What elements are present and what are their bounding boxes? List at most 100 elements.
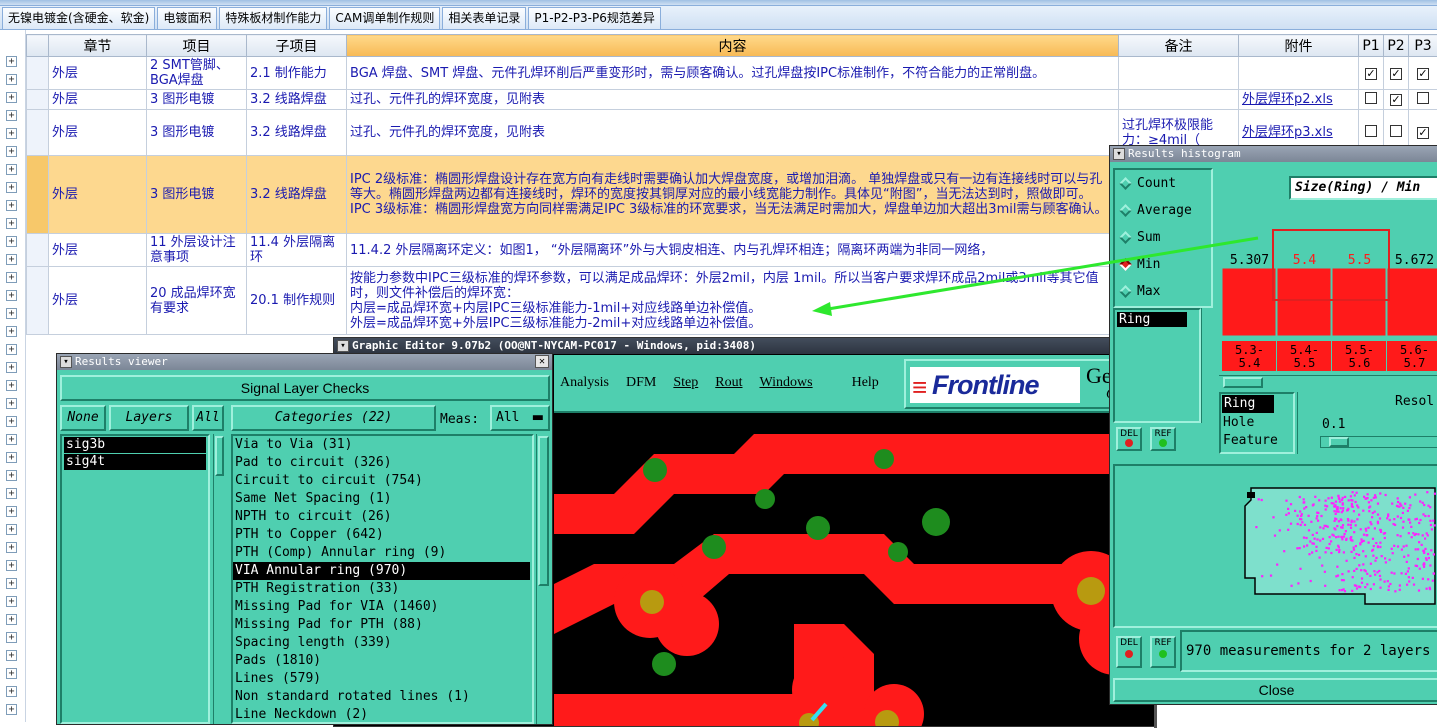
cell-p3[interactable]: ✓ (1409, 57, 1437, 90)
cell-subitem[interactable]: 3.2 线路焊盘 (247, 156, 347, 234)
option-average[interactable]: Average (1115, 197, 1211, 224)
checkbox[interactable]: ✓ (1417, 68, 1429, 80)
col-chapter[interactable]: 章节 (49, 35, 147, 57)
menu-windows[interactable]: Windows (759, 375, 812, 391)
expand-icon[interactable]: + (6, 614, 17, 625)
cell-subitem[interactable]: 20.1 制作规则 (247, 267, 347, 335)
expand-icon[interactable]: + (6, 182, 17, 193)
cell-chapter[interactable]: 外层 (49, 90, 147, 110)
measure-item[interactable]: Ring (1222, 395, 1274, 413)
board-thumbnail[interactable] (1113, 464, 1437, 628)
layer-item[interactable]: sig3b (64, 437, 206, 453)
category-item[interactable]: Non standard rotated lines (1) (233, 688, 532, 706)
expand-icon[interactable]: + (6, 470, 17, 481)
checkbox[interactable]: ✓ (1417, 127, 1429, 139)
layer-list[interactable]: sig3bsig4t (60, 434, 210, 724)
col-p1[interactable]: P1 (1359, 35, 1384, 57)
category-item[interactable]: NPTH to circuit (26) (233, 508, 532, 526)
option-max[interactable]: Max (1115, 278, 1211, 305)
radio-diamond-icon[interactable] (1119, 204, 1132, 217)
tab-area[interactable]: 电镀面积 (157, 7, 217, 29)
expand-icon[interactable]: + (6, 362, 17, 373)
expand-icon[interactable]: + (6, 452, 17, 463)
category-item[interactable]: Line Neckdown (2) (233, 706, 532, 724)
resolution-slider[interactable] (1320, 436, 1437, 448)
category-item[interactable]: VIA Annular ring (970) (233, 562, 530, 580)
row-marker[interactable] (27, 57, 49, 90)
histogram-bars[interactable]: 5.3075.3-5.45.45.4-5.55.55.5-5.65.6725.6… (1219, 168, 1437, 378)
cell-remark[interactable] (1119, 57, 1239, 90)
cell-subitem[interactable]: 2.1 制作能力 (247, 57, 347, 90)
checkbox[interactable] (1417, 92, 1429, 104)
cell-p3[interactable] (1409, 90, 1437, 110)
window-menu-icon[interactable]: ▾ (337, 340, 349, 352)
menu-analysis[interactable]: Analysis (560, 375, 609, 391)
expand-icon[interactable]: + (6, 272, 17, 283)
expand-icon[interactable]: + (6, 668, 17, 679)
editor-titlebar[interactable]: ▾Graphic Editor 9.07b2 (OO@NT-NYCAM-PC01… (334, 338, 1154, 354)
cell-chapter[interactable]: 外层 (49, 267, 147, 335)
category-item[interactable]: Missing Pad for PTH (88) (233, 616, 532, 634)
expand-icon[interactable]: + (6, 524, 17, 535)
category-item[interactable]: PTH Registration (33) (233, 580, 532, 598)
expand-icon[interactable]: + (6, 200, 17, 211)
cell-item[interactable]: 2 SMT管脚、BGA焊盘 (147, 57, 247, 90)
category-item[interactable]: Spacing length (339) (233, 634, 532, 652)
cell-item[interactable]: 3 图形电镀 (147, 156, 247, 234)
expand-icon[interactable]: + (6, 578, 17, 589)
pcb-canvas[interactable] (554, 414, 1154, 726)
radio-diamond-icon[interactable] (1119, 177, 1132, 190)
expand-icon[interactable]: + (6, 542, 17, 553)
row-marker[interactable] (27, 110, 49, 156)
cell-item[interactable]: 20 成品焊环宽有要求 (147, 267, 247, 335)
histogram-bar[interactable] (1222, 268, 1276, 336)
col-remark[interactable]: 备注 (1119, 35, 1239, 57)
expand-icon[interactable]: + (6, 146, 17, 157)
menu-rout[interactable]: Rout (715, 375, 742, 391)
cell-subitem[interactable]: 11.4 外层隔离环 (247, 234, 347, 267)
category-item[interactable]: Via to Via (31) (233, 436, 532, 454)
cell-remark[interactable] (1119, 90, 1239, 110)
radio-diamond-icon[interactable] (1119, 285, 1132, 298)
expand-icon[interactable]: + (6, 236, 17, 247)
category-item[interactable]: Circuit to circuit (754) (233, 472, 532, 490)
close-icon[interactable]: ✕ (535, 355, 549, 368)
measure-item[interactable]: Hole (1221, 414, 1293, 432)
row-marker[interactable] (27, 90, 49, 110)
expand-icon[interactable]: + (6, 290, 17, 301)
none-button[interactable]: None (60, 405, 106, 431)
col-p2[interactable]: P2 (1384, 35, 1409, 57)
table-row[interactable]: 外层2 SMT管脚、BGA焊盘2.1 制作能力BGA 焊盘、SMT 焊盘、元件孔… (27, 57, 1437, 90)
expand-icon[interactable]: + (6, 632, 17, 643)
checkbox[interactable]: ✓ (1365, 68, 1377, 80)
expand-icon[interactable]: + (6, 434, 17, 445)
row-marker[interactable] (27, 156, 49, 234)
histogram-bar[interactable] (1387, 268, 1437, 336)
category-list-scrollbar[interactable] (536, 434, 550, 724)
category-item[interactable]: Pad to circuit (326) (233, 454, 532, 472)
expand-icon[interactable]: + (6, 686, 17, 697)
category-item[interactable]: Same Net Spacing (1) (233, 490, 532, 508)
expand-icon[interactable]: + (6, 398, 17, 409)
category-item[interactable]: Pads (1810) (233, 652, 532, 670)
expand-icon[interactable]: + (6, 74, 17, 85)
cell-content[interactable]: 11.4.2 外层隔离环定义：如图1， “外层隔离环”外与大铜皮相连、内与孔焊环… (347, 234, 1119, 267)
measure-item[interactable]: Feature (1221, 432, 1293, 450)
category-item[interactable]: PTH to Copper (642) (233, 526, 532, 544)
tab-cam-rules[interactable]: CAM调单制作规则 (329, 7, 440, 29)
category-item[interactable]: Lines (579) (233, 670, 532, 688)
close-button[interactable]: Close (1113, 678, 1437, 702)
expand-icon[interactable]: + (6, 704, 17, 715)
expand-icon[interactable]: + (6, 164, 17, 175)
radio-diamond-icon[interactable] (1119, 258, 1132, 271)
histogram-scrollbar[interactable] (1219, 375, 1437, 389)
tab-forms[interactable]: 相关表单记录 (442, 7, 526, 29)
meas-dropdown[interactable]: All▬ (490, 405, 550, 431)
checkbox[interactable]: ✓ (1390, 94, 1402, 106)
cell-content[interactable]: 过孔、元件孔的焊环宽度，见附表 (347, 110, 1119, 156)
histogram-bar[interactable] (1277, 268, 1331, 336)
field-list-scrollbar[interactable] (1201, 308, 1213, 423)
histogram-bar[interactable] (1332, 268, 1386, 336)
expand-icon[interactable]: + (6, 110, 17, 121)
col-subitem[interactable]: 子项目 (247, 35, 347, 57)
